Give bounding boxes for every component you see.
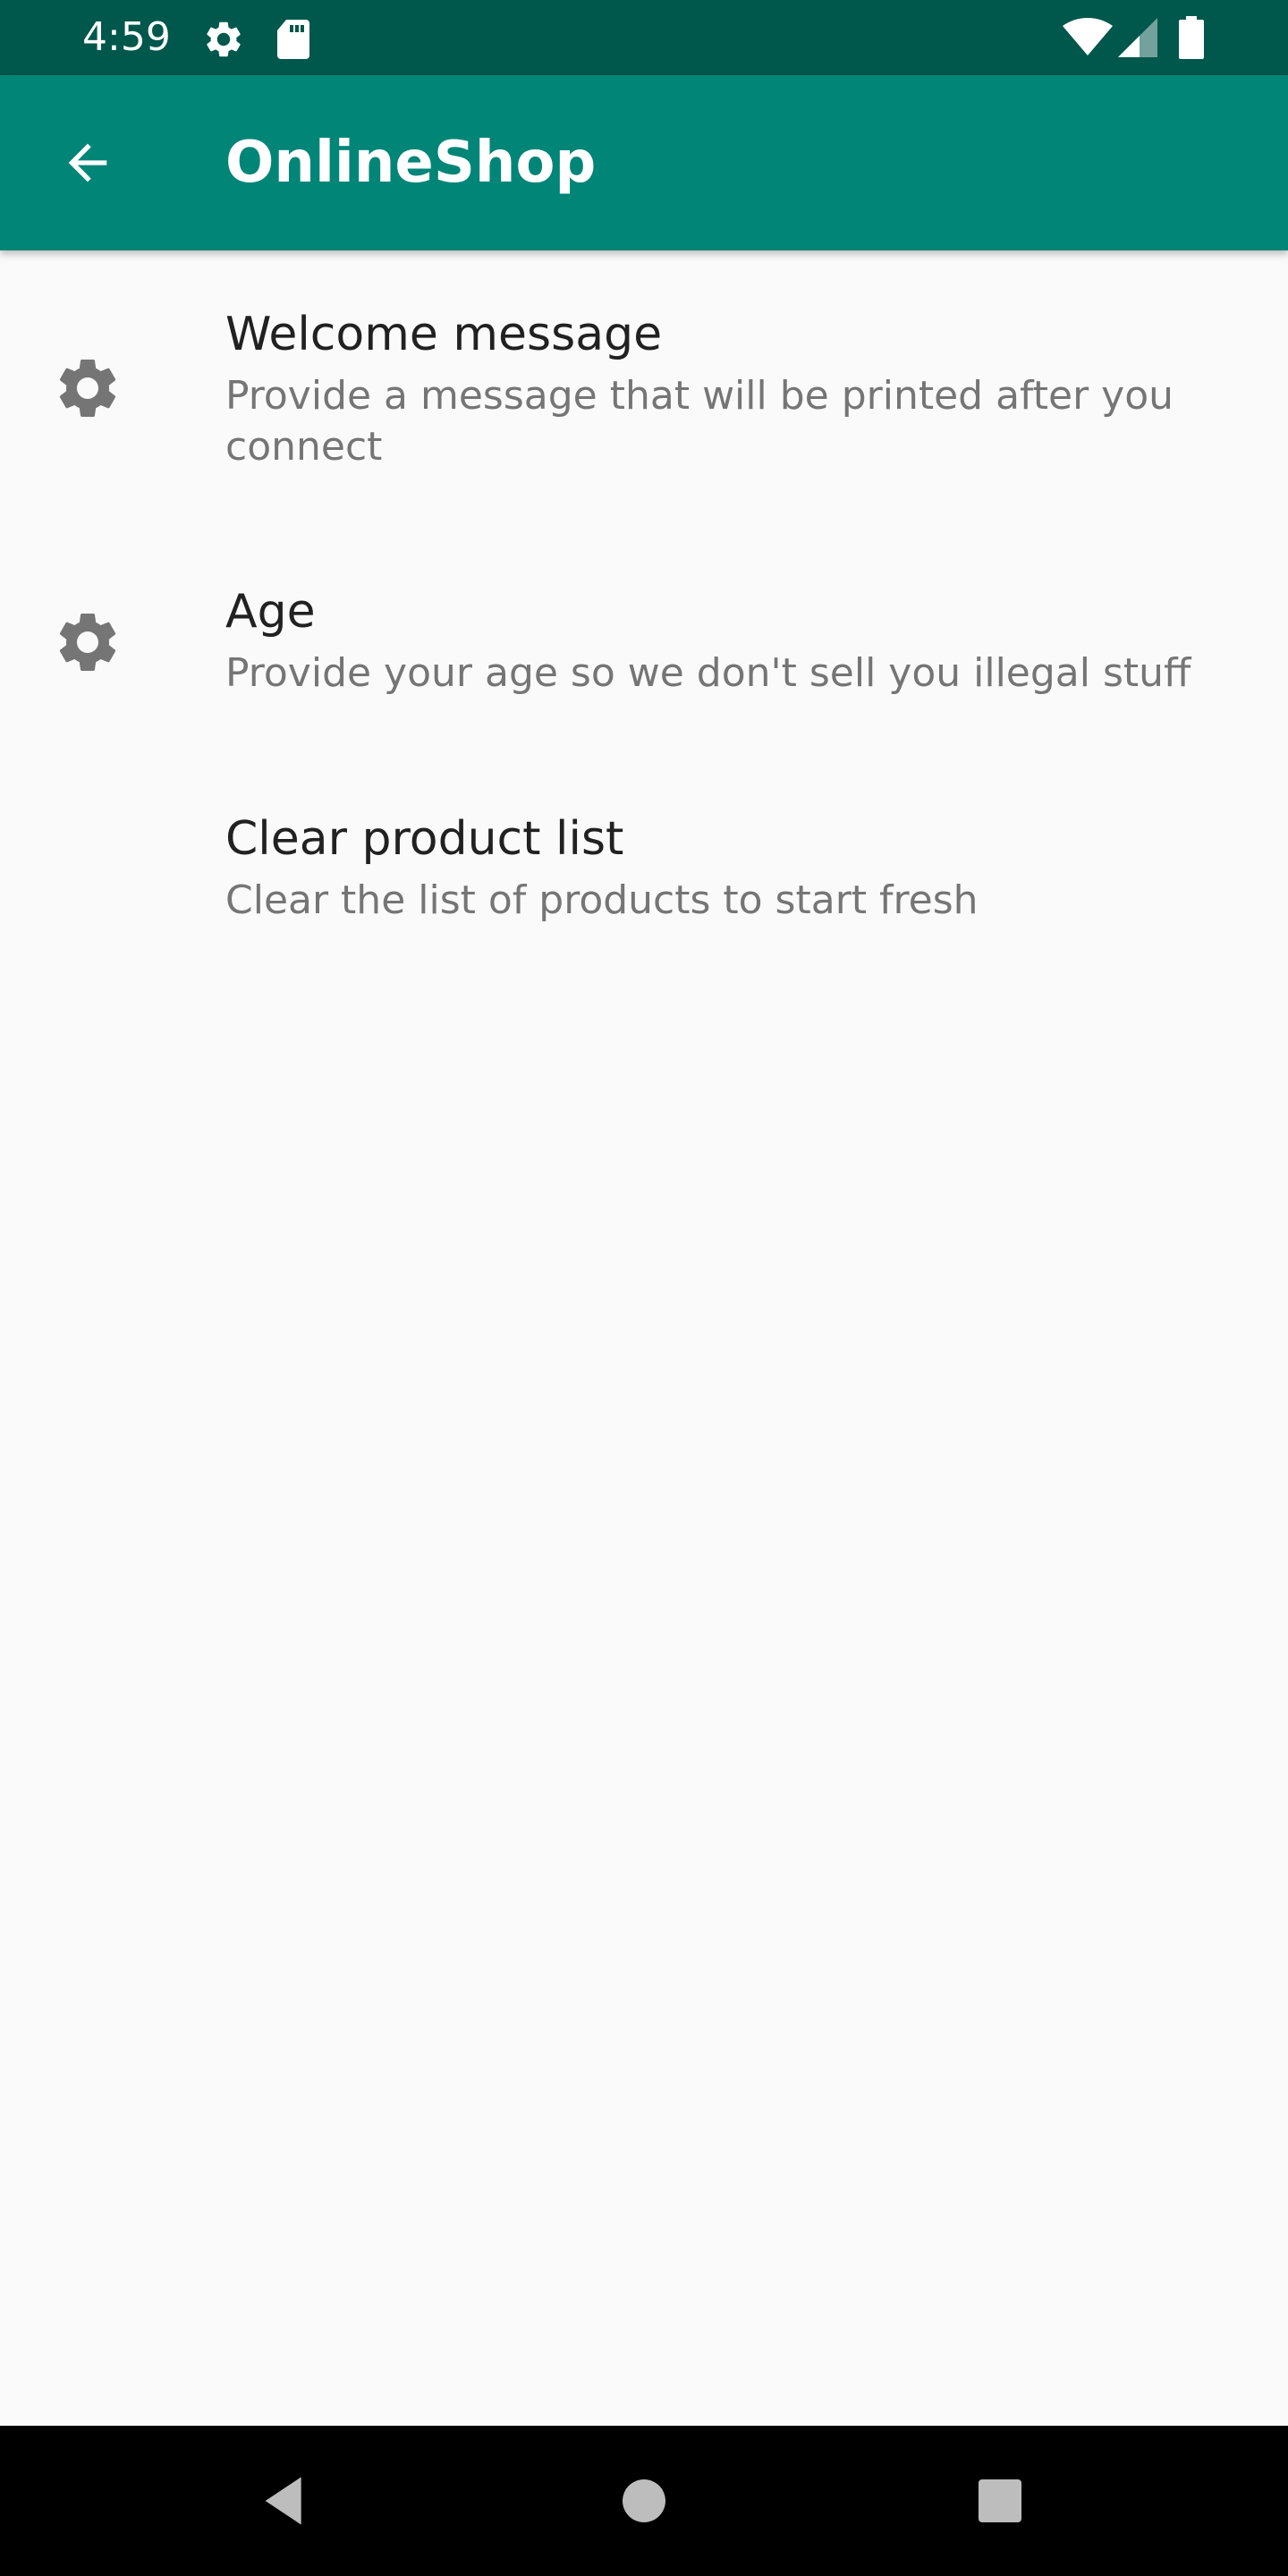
wifi-icon	[1063, 18, 1113, 55]
gear-icon	[59, 360, 116, 417]
back-triangle-icon	[265, 2477, 301, 2525]
nav-back-button[interactable]	[249, 2465, 320, 2537]
battery-icon	[1179, 16, 1204, 59]
recents-square-icon	[979, 2479, 1021, 2522]
preference-summary: Provide your age so we don't sell you il…	[225, 650, 1191, 696]
status-time: 4:59	[82, 14, 171, 60]
preference-title: Welcome message	[225, 308, 663, 361]
preference-welcome-message[interactable]: Welcome message Provide a message that w…	[0, 254, 1288, 522]
preference-age[interactable]: Age Provide your age so we don't sell yo…	[0, 522, 1288, 750]
signal-icon	[1118, 18, 1157, 57]
preference-summary: Clear the list of products to start fres…	[225, 877, 979, 923]
navigation-bar	[0, 2426, 1288, 2576]
arrow-left-icon	[68, 143, 107, 182]
preference-title: Clear product list	[225, 812, 624, 866]
app-bar: OnlineShop	[0, 75, 1288, 250]
sd-card-icon	[277, 20, 309, 59]
preference-clear-product-list[interactable]: Clear product list Clear the list of pro…	[0, 750, 1288, 977]
gear-icon	[59, 614, 116, 671]
app-title: OnlineShop	[225, 130, 597, 196]
preference-title: Age	[225, 585, 316, 639]
preference-summary: Provide a message that will be printed a…	[225, 373, 1174, 470]
gear-icon	[207, 21, 241, 57]
status-bar: 4:59	[0, 0, 1288, 75]
back-button[interactable]	[45, 120, 131, 206]
home-circle-icon	[623, 2479, 665, 2522]
nav-home-button[interactable]	[608, 2465, 680, 2537]
nav-recents-button[interactable]	[964, 2465, 1036, 2537]
